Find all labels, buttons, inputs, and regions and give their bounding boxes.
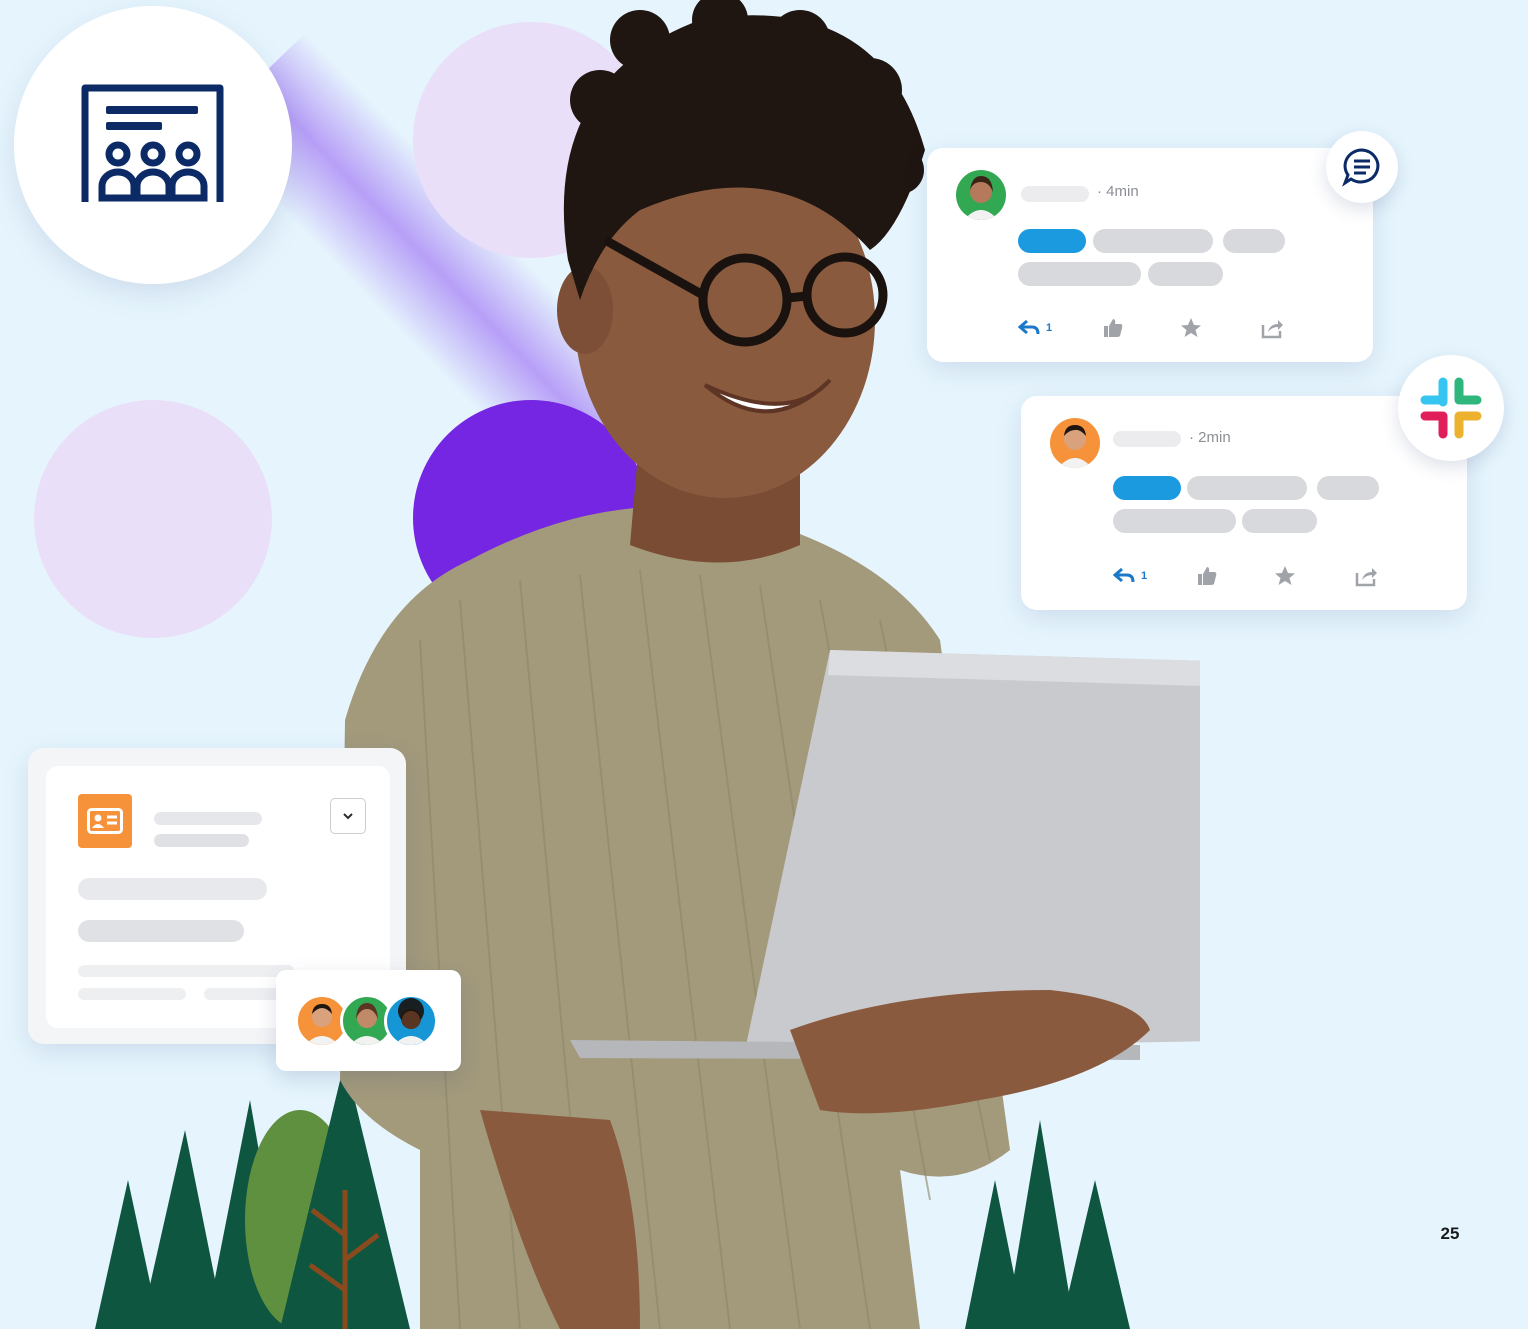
- share-button[interactable]: [1260, 316, 1284, 340]
- woman-blue-avatar: [384, 994, 438, 1048]
- slack-badge: [1398, 355, 1504, 461]
- text-line-placeholder: [1223, 229, 1285, 253]
- thumbs-up-icon: [1104, 319, 1123, 337]
- chat-badge: [1326, 131, 1398, 203]
- like-button[interactable]: [1196, 564, 1218, 588]
- contact-card-icon: [78, 794, 132, 848]
- post-timestamp: · 4min: [1097, 183, 1139, 200]
- team-avatars-card: [276, 970, 461, 1071]
- like-button[interactable]: [1102, 316, 1124, 340]
- text-line-placeholder: [1018, 229, 1086, 253]
- contact-title-placeholder: [154, 834, 249, 847]
- thumbs-up-icon: [1198, 567, 1217, 585]
- social-post-card[interactable]: · 2min 1: [1021, 396, 1467, 610]
- field-placeholder: [78, 920, 244, 942]
- reply-icon: [1113, 567, 1135, 583]
- page-number: 25: [1440, 1224, 1460, 1243]
- share-icon: [1355, 568, 1377, 587]
- webinar-icon-badge: [14, 6, 292, 284]
- reply-button[interactable]: 1: [1113, 564, 1147, 588]
- text-line-placeholder: [1113, 476, 1181, 500]
- field-placeholder: [78, 965, 294, 977]
- chevron-down-icon: [343, 813, 353, 820]
- man-orange-avatar: [1050, 418, 1100, 468]
- reply-button[interactable]: 1: [1018, 316, 1052, 340]
- webinar-audience-icon: [81, 84, 224, 202]
- reply-icon: [1018, 319, 1040, 335]
- author-name-placeholder: [1113, 431, 1181, 447]
- author-name-placeholder: [1021, 186, 1089, 202]
- text-line-placeholder: [1018, 262, 1141, 286]
- chat-bubble-icon: [1342, 148, 1380, 187]
- text-line-placeholder: [1093, 229, 1213, 253]
- slack-logo: [1420, 377, 1482, 439]
- star-icon: [1275, 566, 1295, 585]
- text-line-placeholder: [1113, 509, 1236, 533]
- post-timestamp: · 2min: [1189, 429, 1231, 446]
- share-button[interactable]: [1354, 564, 1378, 588]
- share-icon: [1261, 320, 1283, 339]
- text-line-placeholder: [1242, 509, 1317, 533]
- contact-name-placeholder: [154, 812, 262, 825]
- contact-dropdown-button[interactable]: [330, 798, 366, 834]
- woman-green-avatar: [956, 170, 1006, 220]
- text-line-placeholder: [1148, 262, 1223, 286]
- reply-count: 1: [1141, 570, 1148, 582]
- social-post-card[interactable]: · 4min 1: [927, 148, 1373, 362]
- field-placeholder: [204, 988, 284, 1000]
- lavender-circle-left: [34, 400, 272, 638]
- star-button[interactable]: [1179, 316, 1203, 340]
- field-placeholder: [78, 878, 267, 900]
- reply-count: 1: [1046, 322, 1053, 334]
- star-icon: [1181, 318, 1201, 337]
- star-button[interactable]: [1273, 564, 1297, 588]
- text-line-placeholder: [1187, 476, 1307, 500]
- text-line-placeholder: [1317, 476, 1379, 500]
- field-placeholder: [78, 988, 186, 1000]
